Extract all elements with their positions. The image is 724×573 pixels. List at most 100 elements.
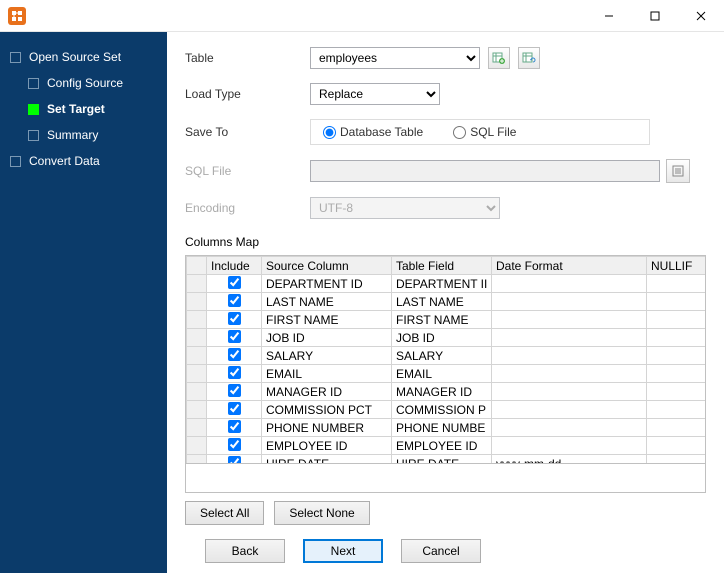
cell-include[interactable] bbox=[207, 419, 262, 437]
sidebar-item-set-target[interactable]: Set Target bbox=[0, 96, 167, 122]
cell-date[interactable] bbox=[492, 401, 647, 419]
table-select[interactable]: employees bbox=[310, 47, 480, 69]
row-header[interactable] bbox=[187, 419, 207, 437]
include-checkbox[interactable] bbox=[228, 330, 241, 343]
cell-nullif[interactable] bbox=[647, 275, 707, 293]
cell-field[interactable]: COMMISSION P bbox=[392, 401, 492, 419]
sqlfile-browse-button[interactable] bbox=[666, 159, 690, 183]
header-nullif[interactable]: NULLIF bbox=[647, 257, 707, 275]
row-header[interactable] bbox=[187, 455, 207, 465]
row-header[interactable] bbox=[187, 293, 207, 311]
cell-source[interactable]: EMAIL bbox=[262, 365, 392, 383]
cell-include[interactable] bbox=[207, 275, 262, 293]
cell-date[interactable] bbox=[492, 293, 647, 311]
cell-nullif[interactable] bbox=[647, 293, 707, 311]
cell-date[interactable] bbox=[492, 347, 647, 365]
back-button[interactable]: Back bbox=[205, 539, 285, 563]
cell-nullif[interactable] bbox=[647, 347, 707, 365]
table-row[interactable]: FIRST NAMEFIRST NAME bbox=[187, 311, 707, 329]
cell-source[interactable]: EMPLOYEE ID bbox=[262, 437, 392, 455]
header-field[interactable]: Table Field bbox=[392, 257, 492, 275]
cell-field[interactable]: HIRE DATE bbox=[392, 455, 492, 465]
table-row[interactable]: MANAGER IDMANAGER ID bbox=[187, 383, 707, 401]
loadtype-select[interactable]: Replace bbox=[310, 83, 440, 105]
cell-include[interactable] bbox=[207, 383, 262, 401]
header-include[interactable]: Include bbox=[207, 257, 262, 275]
cell-nullif[interactable] bbox=[647, 329, 707, 347]
cell-nullif[interactable] bbox=[647, 419, 707, 437]
cell-date[interactable] bbox=[492, 311, 647, 329]
cell-field[interactable]: LAST NAME bbox=[392, 293, 492, 311]
close-button[interactable] bbox=[678, 0, 724, 32]
table-row[interactable]: LAST NAMELAST NAME bbox=[187, 293, 707, 311]
table-row[interactable]: PHONE NUMBERPHONE NUMBE bbox=[187, 419, 707, 437]
include-checkbox[interactable] bbox=[228, 402, 241, 415]
row-header[interactable] bbox=[187, 275, 207, 293]
row-header[interactable] bbox=[187, 383, 207, 401]
sidebar-item-open-source-set[interactable]: Open Source Set bbox=[0, 44, 167, 70]
cell-source[interactable]: PHONE NUMBER bbox=[262, 419, 392, 437]
cell-include[interactable] bbox=[207, 365, 262, 383]
cell-include[interactable] bbox=[207, 437, 262, 455]
row-header[interactable] bbox=[187, 365, 207, 383]
cell-include[interactable] bbox=[207, 347, 262, 365]
cell-field[interactable]: MANAGER ID bbox=[392, 383, 492, 401]
include-checkbox[interactable] bbox=[228, 438, 241, 451]
cell-date[interactable] bbox=[492, 275, 647, 293]
saveto-database-radio[interactable]: Database Table bbox=[323, 125, 423, 139]
cell-date[interactable] bbox=[492, 329, 647, 347]
table-row[interactable]: SALARYSALARY bbox=[187, 347, 707, 365]
table-row[interactable]: JOB IDJOB ID bbox=[187, 329, 707, 347]
table-row[interactable]: DEPARTMENT IDDEPARTMENT II bbox=[187, 275, 707, 293]
table-row[interactable]: HIRE DATEHIRE DATEyyyy-mm-dd bbox=[187, 455, 707, 465]
cell-include[interactable] bbox=[207, 311, 262, 329]
cell-nullif[interactable] bbox=[647, 401, 707, 419]
cell-field[interactable]: EMPLOYEE ID bbox=[392, 437, 492, 455]
cell-nullif[interactable] bbox=[647, 437, 707, 455]
cancel-button[interactable]: Cancel bbox=[401, 539, 481, 563]
cell-nullif[interactable] bbox=[647, 455, 707, 465]
include-checkbox[interactable] bbox=[228, 276, 241, 289]
cell-source[interactable]: HIRE DATE bbox=[262, 455, 392, 465]
cell-date[interactable] bbox=[492, 365, 647, 383]
include-checkbox[interactable] bbox=[228, 312, 241, 325]
cell-source[interactable]: COMMISSION PCT bbox=[262, 401, 392, 419]
cell-field[interactable]: SALARY bbox=[392, 347, 492, 365]
cell-field[interactable]: JOB ID bbox=[392, 329, 492, 347]
cell-field[interactable]: FIRST NAME bbox=[392, 311, 492, 329]
cell-source[interactable]: SALARY bbox=[262, 347, 392, 365]
cell-nullif[interactable] bbox=[647, 311, 707, 329]
cell-date[interactable] bbox=[492, 419, 647, 437]
maximize-button[interactable] bbox=[632, 0, 678, 32]
cell-source[interactable]: FIRST NAME bbox=[262, 311, 392, 329]
cell-include[interactable] bbox=[207, 293, 262, 311]
row-header[interactable] bbox=[187, 311, 207, 329]
include-checkbox[interactable] bbox=[228, 348, 241, 361]
row-header[interactable] bbox=[187, 437, 207, 455]
radio-sqlfile[interactable] bbox=[453, 126, 466, 139]
cell-source[interactable]: JOB ID bbox=[262, 329, 392, 347]
select-all-button[interactable]: Select All bbox=[185, 501, 264, 525]
cell-source[interactable]: LAST NAME bbox=[262, 293, 392, 311]
cell-field[interactable]: DEPARTMENT II bbox=[392, 275, 492, 293]
cell-date[interactable] bbox=[492, 383, 647, 401]
sidebar-item-summary[interactable]: Summary bbox=[0, 122, 167, 148]
include-checkbox[interactable] bbox=[228, 456, 241, 465]
cell-date[interactable] bbox=[492, 437, 647, 455]
include-checkbox[interactable] bbox=[228, 420, 241, 433]
select-none-button[interactable]: Select None bbox=[274, 501, 369, 525]
include-checkbox[interactable] bbox=[228, 294, 241, 307]
sidebar-item-config-source[interactable]: Config Source bbox=[0, 70, 167, 96]
header-date[interactable]: Date Format bbox=[492, 257, 647, 275]
row-header[interactable] bbox=[187, 401, 207, 419]
cell-nullif[interactable] bbox=[647, 365, 707, 383]
cell-source[interactable]: MANAGER ID bbox=[262, 383, 392, 401]
sidebar-item-convert-data[interactable]: Convert Data bbox=[0, 148, 167, 174]
next-button[interactable]: Next bbox=[303, 539, 383, 563]
add-table-button[interactable] bbox=[488, 47, 510, 69]
include-checkbox[interactable] bbox=[228, 384, 241, 397]
cell-include[interactable] bbox=[207, 401, 262, 419]
row-header[interactable] bbox=[187, 347, 207, 365]
cell-nullif[interactable] bbox=[647, 383, 707, 401]
cell-include[interactable] bbox=[207, 329, 262, 347]
